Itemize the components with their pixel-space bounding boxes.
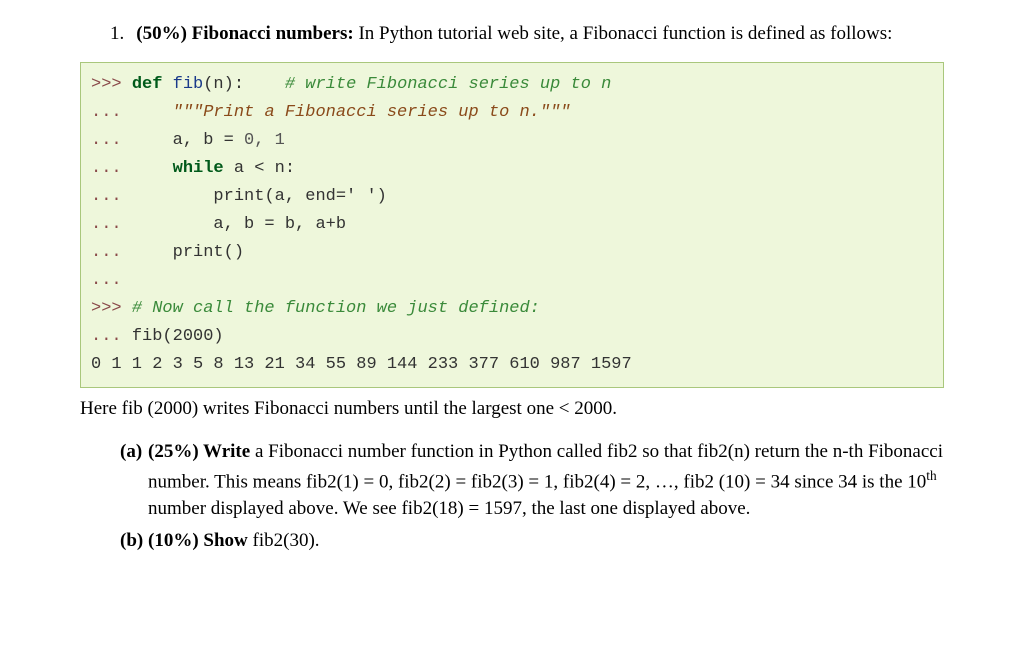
code-prompt: ... (91, 131, 173, 150)
code-prompt: ... (91, 159, 173, 178)
code-swap: a, b = b, a+b (213, 215, 346, 234)
question-title: Fibonacci numbers: (192, 23, 354, 44)
code-print-args: () (224, 243, 244, 262)
part-b: (b) (10%) Show fib2(30). (120, 527, 944, 555)
code-comment: # Now call the function we just defined: (132, 299, 540, 318)
question-number: 1. (110, 20, 124, 48)
code-prompt: ... (91, 271, 122, 290)
part-b-weight: (10%) Show (148, 530, 248, 551)
code-cond: a < n: (224, 159, 295, 178)
code-assign: a, b (173, 131, 224, 150)
question-weight: (50%) (136, 23, 187, 44)
question-header: 1. (50%) Fibonacci numbers: In Python tu… (80, 20, 944, 48)
code-prompt: ... (91, 187, 213, 206)
part-a-label: (a) (120, 438, 148, 523)
question-intro: (50%) Fibonacci numbers: In Python tutor… (136, 20, 944, 48)
code-func-name: fib (162, 75, 203, 94)
code-prompt: >>> (91, 299, 132, 318)
part-a-text: (25%) Write a Fibonacci number function … (148, 438, 944, 523)
part-a: (a) (25%) Write a Fibonacci number funct… (120, 438, 944, 523)
question-intro-rest: In Python tutorial web site, a Fibonacci… (354, 23, 893, 44)
code-print: print (213, 187, 264, 206)
code-docstring: """Print a Fibonacci series up to n.""" (173, 103, 571, 122)
code-prompt: ... (91, 243, 173, 262)
code-prompt: ... (91, 327, 132, 346)
code-sig: (n): (203, 75, 285, 94)
code-block: >>> def fib(n): # write Fibonacci series… (80, 62, 944, 389)
document-page: 1. (50%) Fibonacci numbers: In Python tu… (0, 0, 1024, 579)
code-prompt: ... (91, 103, 173, 122)
code-prompt: ... (91, 215, 213, 234)
part-a-body2: number displayed above. We see fib2(18) … (148, 498, 750, 519)
code-call: fib(2000) (132, 327, 224, 346)
part-b-label: (b) (120, 527, 148, 555)
part-b-body: fib2(30). (248, 530, 320, 551)
part-b-text: (10%) Show fib2(30). (148, 527, 944, 555)
code-eq: = (224, 131, 234, 150)
explanation-text: Here fib (2000) writes Fibonacci numbers… (80, 398, 944, 420)
code-values: 0, 1 (234, 131, 285, 150)
code-keyword-def: def (132, 75, 163, 94)
code-output: 0 1 1 2 3 5 8 13 21 34 55 89 144 233 377… (91, 355, 632, 374)
code-keyword-while: while (173, 159, 224, 178)
ordinal-suffix: th (926, 468, 936, 483)
code-print: print (173, 243, 224, 262)
sub-parts: (a) (25%) Write a Fibonacci number funct… (120, 438, 944, 555)
part-a-weight: (25%) Write (148, 441, 250, 462)
code-prompt: >>> (91, 75, 132, 94)
part-a-body1: a Fibonacci number function in Python ca… (148, 441, 943, 492)
code-comment: # write Fibonacci series up to n (285, 75, 611, 94)
code-print-args: (a, end=' ') (264, 187, 386, 206)
